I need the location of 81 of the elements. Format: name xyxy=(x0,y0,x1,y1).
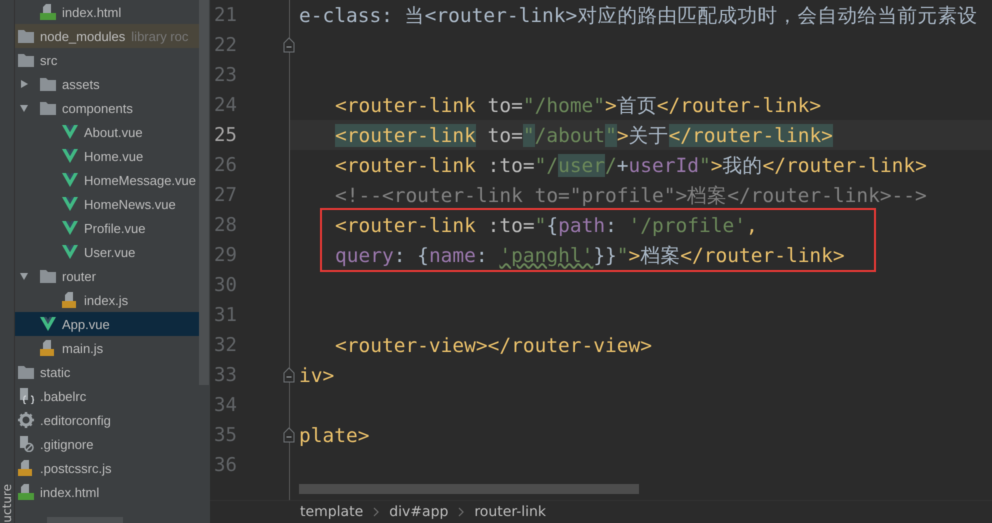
tree-item[interactable]: HomeMessage.vue xyxy=(15,168,199,192)
tree-item[interactable]: App.vue xyxy=(15,312,199,336)
collapsed-arrow-icon[interactable] xyxy=(19,79,29,89)
scrollbar-thumb[interactable] xyxy=(199,0,209,385)
tree-item[interactable]: Profile.vue xyxy=(15,216,199,240)
tree-item[interactable]: index.js xyxy=(15,288,199,312)
line-number: 35 xyxy=(213,424,237,446)
tree-item[interactable]: index.html xyxy=(15,0,199,24)
breadcrumb-item[interactable]: router-link xyxy=(474,504,546,520)
tree-item[interactable]: .editorconfig xyxy=(15,408,199,432)
line-number: 33 xyxy=(213,364,237,386)
chevron-icon xyxy=(373,507,380,517)
ignore-file-icon xyxy=(17,436,35,452)
folder-icon xyxy=(39,100,57,116)
tree-item[interactable]: assets xyxy=(15,72,199,96)
scrollbar-thumb[interactable] xyxy=(299,484,639,494)
tree-item[interactable]: Home.vue xyxy=(15,144,199,168)
html-file-icon xyxy=(39,4,57,20)
line-number: 34 xyxy=(213,394,237,416)
vue-logo-icon xyxy=(61,244,79,260)
tree-item[interactable]: About.vue xyxy=(15,120,199,144)
folder-icon xyxy=(17,364,35,380)
code-line: query: {name: 'panghl'}}">档案</router-link> xyxy=(334,242,846,268)
line-number: 21 xyxy=(213,4,237,26)
expanded-arrow-icon[interactable] xyxy=(19,103,29,113)
tree-item[interactable]: components xyxy=(15,96,199,120)
line-number: 22 xyxy=(213,34,237,56)
line-number: 31 xyxy=(213,304,237,326)
code-line: plate> xyxy=(298,422,370,448)
config-file-icon xyxy=(17,388,35,404)
structure-tab[interactable]: ucture xyxy=(0,482,14,523)
code-line: <router-link to="/home">首页</router-link> xyxy=(334,92,822,118)
chevron-icon xyxy=(458,507,464,517)
folder-icon xyxy=(17,52,35,68)
line-number: 32 xyxy=(213,334,237,356)
js-file-icon xyxy=(17,460,35,476)
vue-logo-icon xyxy=(61,124,79,140)
js-file-icon xyxy=(61,292,79,308)
fold-marker-icon[interactable] xyxy=(283,37,295,53)
code-line: e-class: 当<router-link>对应的路由匹配成功时，会自动给当前元素设 xyxy=(298,2,978,28)
tree-item[interactable]: main.js xyxy=(15,336,199,360)
line-number: 29 xyxy=(213,244,237,266)
fold-marker-icon[interactable] xyxy=(283,367,295,383)
gear-icon xyxy=(17,412,35,428)
line-number: 24 xyxy=(213,94,237,116)
tree-item[interactable]: User.vue xyxy=(15,240,199,264)
line-number: 28 xyxy=(213,214,237,236)
vue-logo-icon xyxy=(61,148,79,164)
tree-item[interactable]: .postcssrc.js xyxy=(15,456,199,480)
tree-item[interactable]: src xyxy=(15,48,199,72)
tree-item[interactable]: router xyxy=(15,264,199,288)
tree-item[interactable]: HomeNews.vue xyxy=(15,192,199,216)
breadcrumb-item[interactable]: template xyxy=(300,504,364,520)
tree-item[interactable]: .gitignore xyxy=(15,432,199,456)
folder-icon xyxy=(17,28,35,44)
vue-logo-icon xyxy=(61,196,79,212)
tree-item[interactable]: .babelrc xyxy=(15,384,199,408)
html-file-icon xyxy=(17,484,35,500)
tree-item[interactable]: index.html xyxy=(15,480,199,504)
library-root-hint: library roc xyxy=(131,28,188,44)
vue-logo-icon xyxy=(39,316,57,332)
folder-icon xyxy=(39,76,57,92)
line-number: 25 xyxy=(213,124,237,146)
line-number: 26 xyxy=(213,154,237,176)
tree-item[interactable]: node_modules library roc xyxy=(15,24,199,48)
vue-logo-icon xyxy=(61,220,79,236)
js-file-icon xyxy=(39,340,57,356)
code-line: iv> xyxy=(298,362,336,388)
fold-marker-icon[interactable] xyxy=(283,427,295,443)
code-line: <!--<router-link to="profile">档案</router-link>--> xyxy=(334,182,928,208)
folder-icon xyxy=(39,268,57,284)
line-number: 30 xyxy=(213,274,237,296)
breadcrumb-item[interactable]: div#app xyxy=(389,504,448,520)
line-number: 36 xyxy=(213,454,237,476)
code-line: <router-link :to="{path: '/profile', xyxy=(334,212,759,238)
line-number: 27 xyxy=(213,184,237,206)
line-number: 23 xyxy=(213,64,237,86)
code-line: <router-view></router-view> xyxy=(334,332,653,358)
tree-item[interactable]: static xyxy=(15,360,199,384)
expanded-arrow-icon[interactable] xyxy=(19,271,29,281)
vue-logo-icon xyxy=(61,172,79,188)
